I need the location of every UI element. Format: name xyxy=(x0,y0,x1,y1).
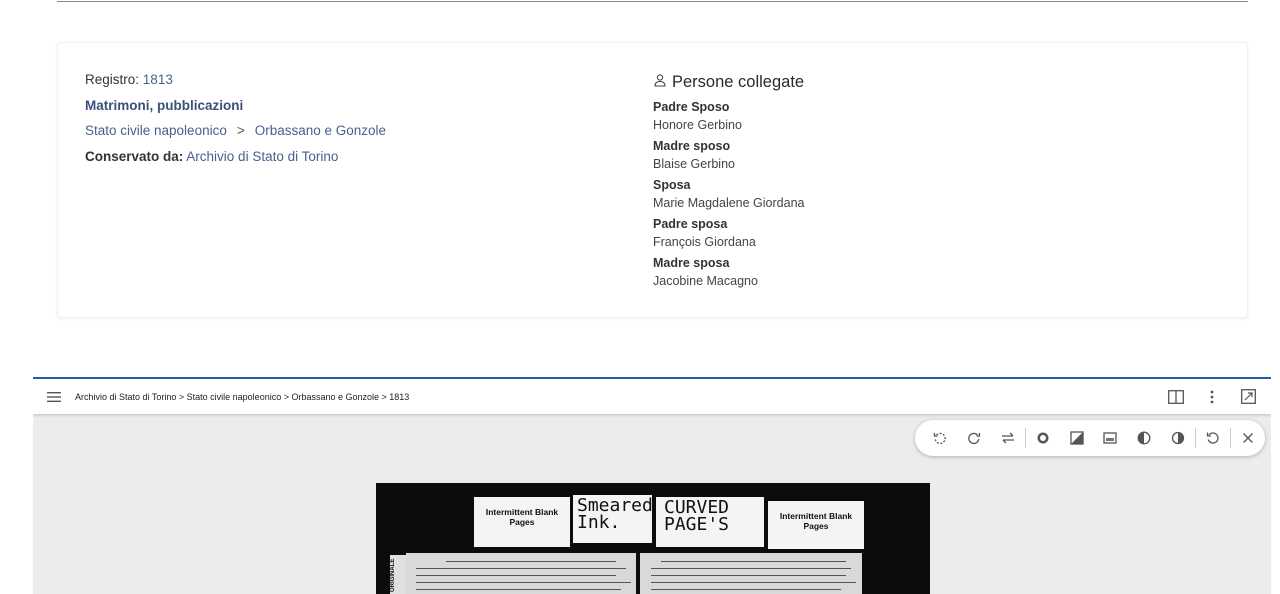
person-name: Marie Magdalene Giordana xyxy=(653,196,805,210)
person-role: Sposa xyxy=(653,178,691,192)
record-type-link[interactable]: Matrimoni, pubblicazioni xyxy=(85,98,243,113)
close-tools-button[interactable] xyxy=(1231,423,1265,453)
registro-row: Registro: 1813 xyxy=(85,71,386,97)
registro-link[interactable]: 1813 xyxy=(143,72,173,87)
handwriting-line xyxy=(651,589,841,590)
reset-icon xyxy=(1207,432,1219,444)
person-entry: Padre sposa François Giordana xyxy=(653,216,1213,252)
reset-button[interactable] xyxy=(1196,423,1230,453)
path-separator: > xyxy=(236,123,245,138)
brightness-button[interactable] xyxy=(1026,423,1060,453)
fullscreen-button[interactable] xyxy=(1235,384,1261,410)
curved-pages-note: CURVED PAGE'S xyxy=(656,497,764,547)
conservato-link[interactable]: Archivio di Stato di Torino xyxy=(186,149,338,164)
path-link-fondo[interactable]: Stato civile napoleonico xyxy=(85,123,227,138)
vertical-label: ORIGINALE xyxy=(390,555,406,594)
book-view-button[interactable] xyxy=(1163,384,1189,410)
persons-title: Persone collegate xyxy=(672,72,805,91)
registro-label: Registro: xyxy=(85,72,140,87)
brightness-icon xyxy=(1037,432,1049,444)
image-tools xyxy=(915,420,1265,456)
handwriting-line xyxy=(651,575,846,576)
rotate-left-button[interactable] xyxy=(923,423,957,453)
viewer-toolbar: Archivio di Stato di Torino > Stato civi… xyxy=(33,377,1271,414)
person-name: Jacobine Macagno xyxy=(653,274,758,288)
handwriting-line xyxy=(661,561,846,562)
rotate-right-button[interactable] xyxy=(957,423,991,453)
hamburger-menu-icon xyxy=(47,391,61,402)
record-type-row: Matrimoni, pubblicazioni xyxy=(85,97,386,123)
close-icon xyxy=(1243,433,1254,443)
person-entry: Padre Sposo Honore Gerbino xyxy=(653,99,1213,135)
smeared-ink-note: Smeared Ink. xyxy=(573,495,653,543)
more-vert-icon xyxy=(1210,390,1214,403)
handwriting-line xyxy=(651,568,851,569)
grayscale-icon xyxy=(1103,432,1118,444)
person-entry: Madre sposo Blaise Gerbino xyxy=(653,138,1213,174)
person-entry: Madre sposa Jacobine Macagno xyxy=(653,255,1213,291)
person-role: Madre sposo xyxy=(653,139,731,153)
person-name: François Giordana xyxy=(653,235,756,249)
grayscale-button[interactable] xyxy=(1094,423,1128,453)
more-options-button[interactable] xyxy=(1199,384,1225,410)
record-details: Registro: 1813 Matrimoni, pubblicazioni … xyxy=(85,71,386,173)
handwriting-line xyxy=(446,561,616,562)
handwriting-line xyxy=(651,582,856,583)
persons-heading: Persone collegate xyxy=(653,71,1213,93)
fullscreen-icon xyxy=(1240,389,1256,404)
flip-icon xyxy=(1001,432,1014,444)
left-page xyxy=(406,553,636,594)
menu-button[interactable] xyxy=(34,379,74,414)
flip-button[interactable] xyxy=(991,423,1025,453)
rotate-left-icon xyxy=(933,432,946,445)
exposure-icon xyxy=(1069,431,1084,445)
exposure-button[interactable] xyxy=(1060,423,1094,453)
record-card: Registro: 1813 Matrimoni, pubblicazioni … xyxy=(57,42,1248,318)
handwriting-line xyxy=(416,582,631,583)
archive-path: Stato civile napoleonico > Orbassano e Gon… xyxy=(85,122,386,148)
person-role: Padre sposa xyxy=(653,217,728,231)
handwriting-line xyxy=(416,575,616,576)
linked-persons: Persone collegate Padre Sposo Honore Ger… xyxy=(653,71,1213,294)
person-role: Madre sposa xyxy=(653,256,730,270)
contrast-button[interactable] xyxy=(1127,423,1161,453)
blank-pages-note-left: Intermittent Blank Pages xyxy=(474,497,570,547)
top-divider xyxy=(57,0,1248,2)
person-name: Honore Gerbino xyxy=(653,118,742,132)
conservato-label: Conservato da: xyxy=(85,148,184,164)
conservato-row: Conservato da: Archivio di Stato di Tori… xyxy=(85,148,386,174)
right-page xyxy=(640,553,862,594)
viewer-actions xyxy=(1163,379,1261,414)
handwriting-line xyxy=(416,568,626,569)
path-link-comune[interactable]: Orbassano e Gonzole xyxy=(255,123,386,138)
blank-pages-note-right: Intermittent Blank Pages xyxy=(768,501,864,549)
rotate-right-icon xyxy=(968,432,981,445)
book-view-icon xyxy=(1168,389,1184,404)
person-role: Padre Sposo xyxy=(653,100,730,114)
person-icon xyxy=(653,73,667,92)
viewer-breadcrumb: Archivio di Stato di Torino > Stato civi… xyxy=(75,391,410,402)
person-entry: Sposa Marie Magdalene Giordana xyxy=(653,177,1213,213)
image-viewer[interactable]: Archivio di Stato di Torino > Stato civi… xyxy=(33,377,1271,594)
contrast-icon xyxy=(1137,431,1151,445)
document-scan[interactable]: Intermittent Blank Pages Smeared Ink. CU… xyxy=(376,483,930,594)
handwriting-line xyxy=(416,589,621,590)
person-name: Blaise Gerbino xyxy=(653,157,735,171)
invert-button[interactable] xyxy=(1161,423,1195,453)
invert-icon xyxy=(1172,431,1185,445)
